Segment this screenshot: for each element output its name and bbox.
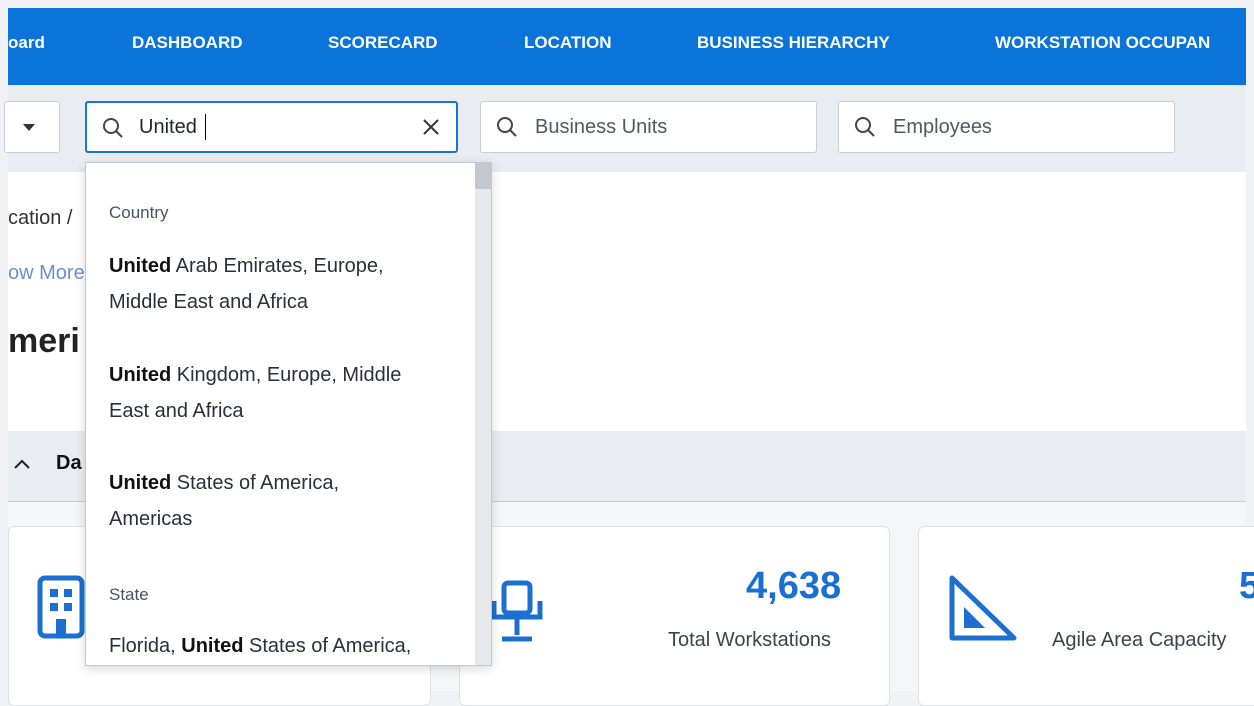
group-header-state: State [109, 585, 149, 604]
suggestion-text: Florida, [109, 635, 182, 657]
breadcrumb[interactable]: cation / [8, 207, 72, 230]
building-icon [37, 575, 85, 644]
business-units-input[interactable]: Business Units [480, 101, 817, 153]
suggestion-text: Americas [109, 508, 193, 530]
search-icon [853, 115, 877, 144]
group-header-country: Country [109, 203, 169, 222]
suggestion-item[interactable]: United States of America, Americas [109, 465, 459, 537]
filter-bar: United Business Units Employees [4, 85, 1246, 172]
employees-input[interactable]: Employees [838, 101, 1175, 153]
stat-value: 5 [1239, 565, 1254, 607]
search-icon [495, 115, 519, 144]
suggestion-text: Middle East and Africa [109, 291, 308, 313]
employees-placeholder: Employees [893, 116, 992, 138]
stat-card-agile-capacity: 5 Agile Area Capacity [918, 526, 1254, 706]
suggestion-text: Kingdom, Europe, Middle [171, 364, 402, 386]
search-icon [101, 116, 125, 145]
region-select[interactable] [4, 101, 60, 153]
match-text: United [181, 635, 244, 657]
scrollbar-thumb[interactable] [475, 163, 491, 189]
location-suggestions-dropdown[interactable]: Country United Arab Emirates, Europe, Mi… [85, 162, 492, 666]
text-cursor [205, 114, 206, 140]
match-text: United [109, 364, 172, 386]
chevron-up-icon[interactable] [12, 457, 32, 476]
suggestion-item[interactable]: Florida, United States of America, [109, 628, 489, 664]
tab-scorecard[interactable]: SCORECARD [328, 8, 438, 85]
suggestion-text: States of America, [243, 635, 412, 657]
stat-caption: Agile Area Capacity [1052, 629, 1227, 651]
close-icon[interactable] [422, 118, 440, 141]
tab-workstation-occupancy[interactable]: WORKSTATION OCCUPAN [995, 8, 1210, 85]
location-search-input[interactable]: United [85, 101, 458, 153]
office-chair-icon [490, 579, 544, 650]
stat-value: 4,638 [746, 565, 842, 607]
show-more-link[interactable]: ow More [8, 262, 85, 285]
business-units-placeholder: Business Units [535, 116, 668, 138]
scrollbar-track[interactable] [475, 163, 491, 665]
chevron-down-icon [23, 124, 35, 131]
top-nav: oard DASHBOARD SCORECARD LOCATION BUSINE… [8, 8, 1246, 85]
match-text: United [109, 255, 172, 277]
suggestion-text: States of America, [171, 472, 340, 494]
tab-dashboard[interactable]: DASHBOARD [132, 8, 243, 85]
suggestion-item[interactable]: United Kingdom, Europe, Middle East and … [109, 357, 459, 429]
tab-business-hierarchy[interactable]: BUSINESS HIERARCHY [697, 8, 890, 85]
stat-card-workstations: 4,638 Total Workstations [459, 526, 890, 706]
match-text: United [109, 472, 172, 494]
suggestion-text: Arab Emirates, Europe, [171, 255, 384, 277]
stat-caption: Total Workstations [668, 629, 832, 651]
suggestion-text: East and Africa [109, 400, 244, 422]
location-search-value: United [139, 116, 197, 138]
tab-scoreboard[interactable]: oard [8, 8, 45, 85]
tab-location[interactable]: LOCATION [524, 8, 612, 85]
set-square-icon [947, 573, 1019, 648]
page-title: meri [8, 322, 80, 360]
section-label: Da [56, 452, 82, 474]
suggestion-item[interactable]: United Arab Emirates, Europe, Middle Eas… [109, 248, 459, 320]
